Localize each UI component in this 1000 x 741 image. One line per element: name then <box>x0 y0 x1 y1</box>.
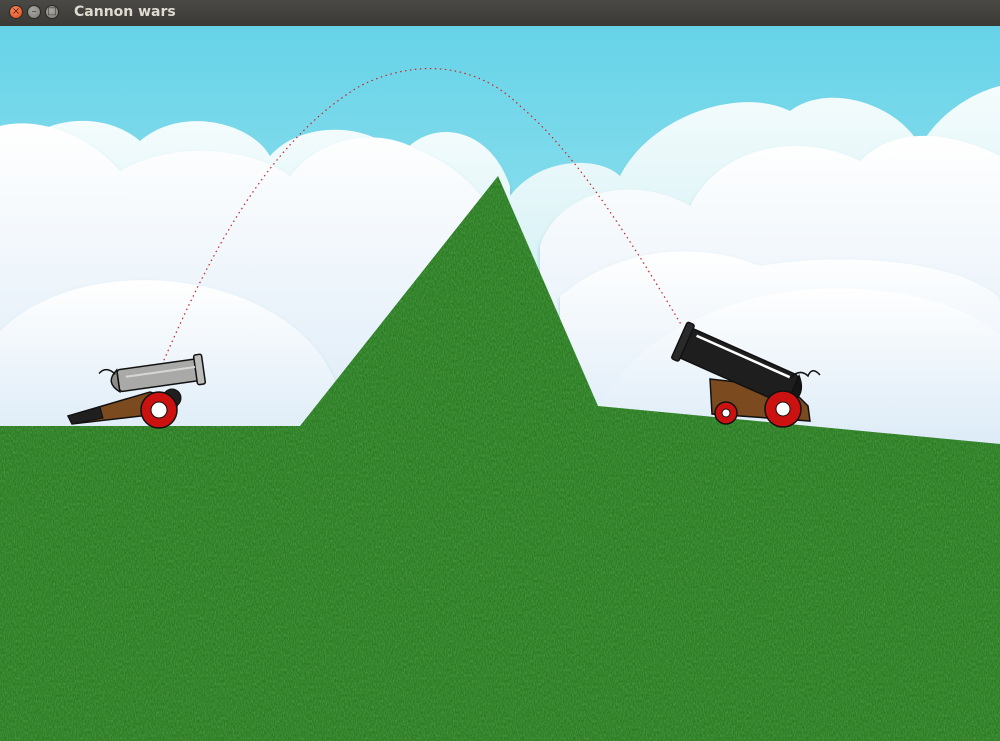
game-scene <box>0 26 1000 741</box>
close-icon[interactable]: × <box>9 5 23 19</box>
maximize-icon[interactable]: □ <box>45 5 59 19</box>
window-titlebar: × – □ Cannon wars <box>0 0 1000 27</box>
window-title: Cannon wars <box>74 4 176 20</box>
minimize-icon[interactable]: – <box>27 5 41 19</box>
game-canvas[interactable] <box>0 26 1000 741</box>
